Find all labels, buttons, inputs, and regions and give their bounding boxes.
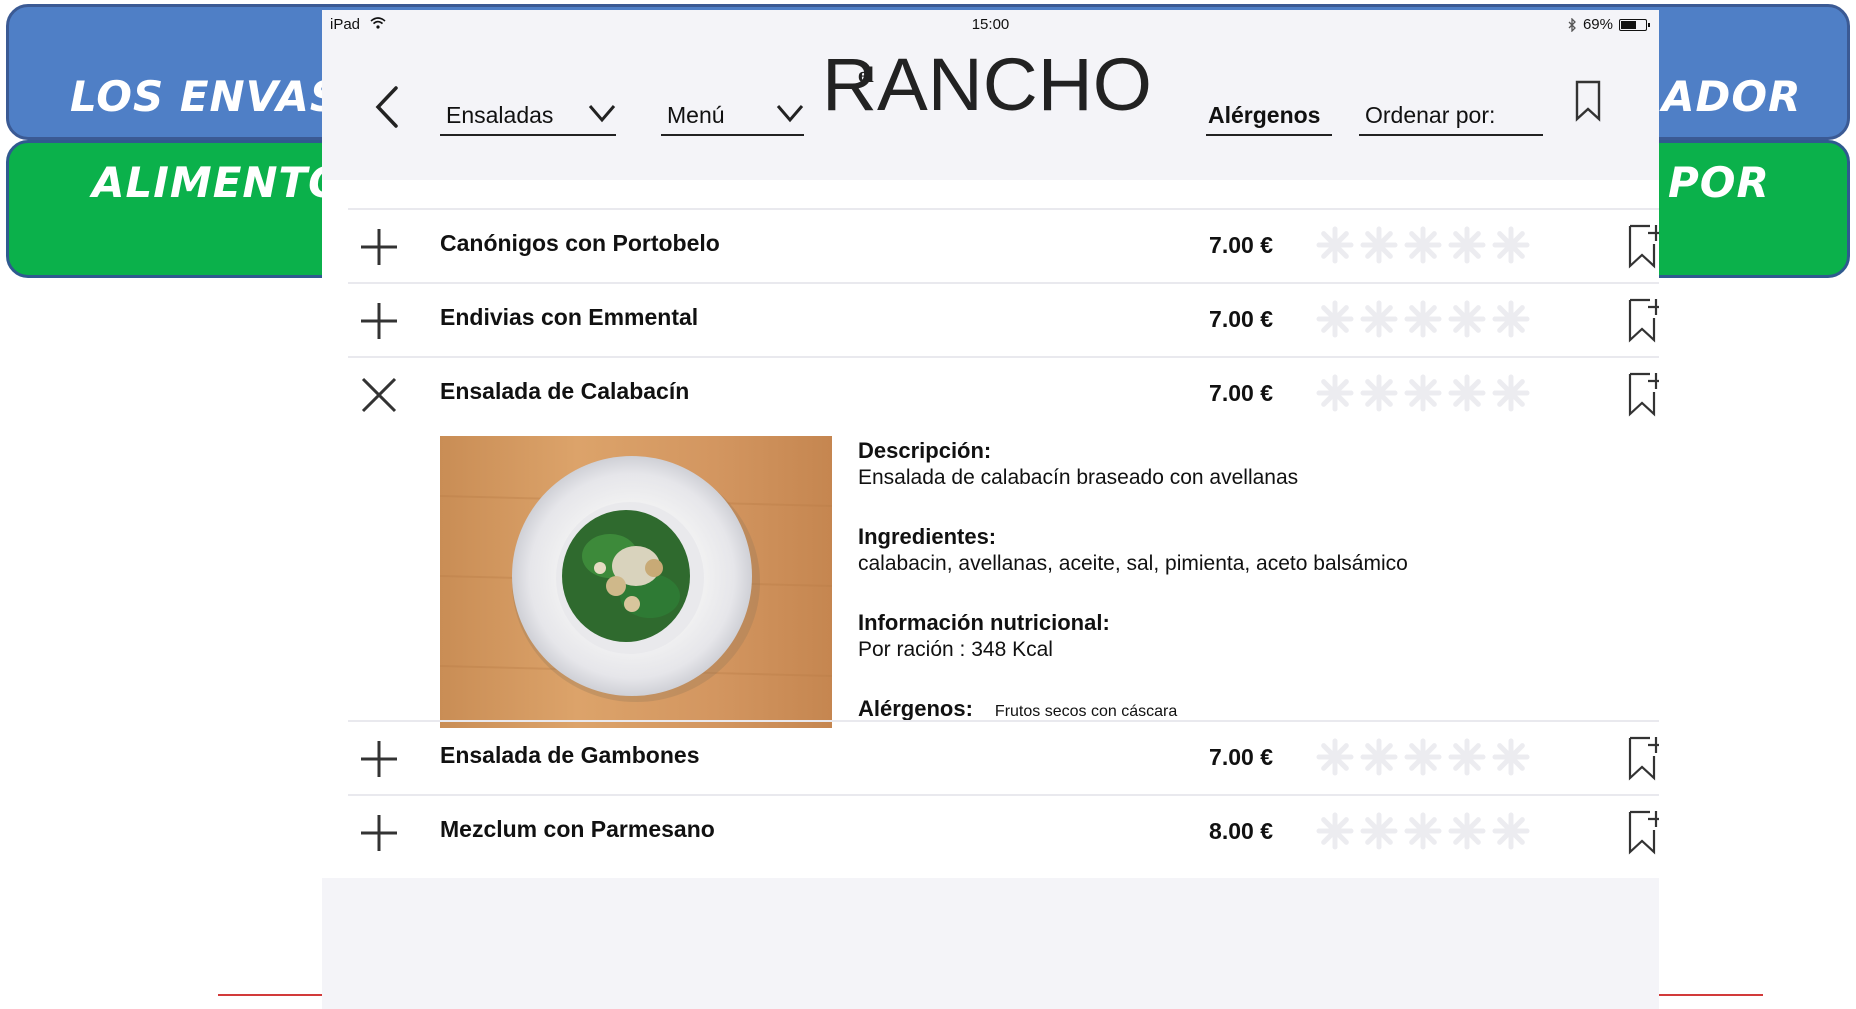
asterisk-star-icon[interactable] bbox=[1360, 738, 1398, 776]
dish-row[interactable]: Endivias con Emmental 7.00 € bbox=[348, 282, 1659, 356]
slide-title-left: LOS ENVAS bbox=[70, 72, 342, 121]
dish-detail-panel: Descripción: Ensalada de calabacín brasea… bbox=[348, 430, 1659, 728]
dish-photo bbox=[440, 436, 832, 728]
asterisk-star-icon[interactable] bbox=[1404, 374, 1442, 412]
category-dropdown[interactable]: Ensaladas bbox=[440, 98, 616, 136]
dish-name: Canónigos con Portobelo bbox=[440, 230, 720, 256]
dish-name: Ensalada de Gambones bbox=[440, 742, 700, 768]
asterisk-star-icon[interactable] bbox=[1492, 226, 1530, 264]
description-label: Descripción: bbox=[858, 438, 992, 463]
allergens-link[interactable]: Alérgenos bbox=[1206, 98, 1332, 136]
plus-icon[interactable] bbox=[358, 738, 400, 780]
dish-price: 7.00 € bbox=[1209, 232, 1273, 258]
rating-stars[interactable] bbox=[1316, 226, 1530, 264]
bookmark-plus-icon[interactable] bbox=[1626, 808, 1659, 856]
battery-icon bbox=[1619, 18, 1650, 31]
slide-title-right: ADOR bbox=[1662, 72, 1802, 121]
status-time: 15:00 bbox=[971, 16, 1010, 33]
asterisk-star-icon[interactable] bbox=[1448, 738, 1486, 776]
dish-name: Ensalada de Calabacín bbox=[440, 378, 690, 404]
dish-row[interactable]: Canónigos con Portobelo 7.00 € bbox=[348, 208, 1659, 282]
bookmark-plus-icon[interactable] bbox=[1626, 222, 1659, 270]
dish-list: Canónigos con Portobelo 7.00 € Endivias … bbox=[348, 208, 1659, 868]
ingredients-text: calabacin, avellanas, aceite, sal, pimie… bbox=[858, 552, 1408, 575]
bookmark-icon[interactable] bbox=[1574, 80, 1602, 122]
asterisk-star-icon[interactable] bbox=[1316, 300, 1354, 338]
asterisk-star-icon[interactable] bbox=[1448, 300, 1486, 338]
dish-row[interactable]: Mezclum con Parmesano 8.00 € bbox=[348, 794, 1659, 868]
bottom-area bbox=[322, 878, 1659, 1009]
bookmark-plus-icon[interactable] bbox=[1626, 370, 1659, 418]
asterisk-star-icon[interactable] bbox=[1448, 226, 1486, 264]
slide-red-line-left bbox=[218, 994, 322, 996]
asterisk-star-icon[interactable] bbox=[1448, 812, 1486, 850]
asterisk-star-icon[interactable] bbox=[1360, 226, 1398, 264]
rating-stars[interactable] bbox=[1316, 738, 1530, 776]
sort-by-label: Ordenar por: bbox=[1365, 102, 1496, 128]
chevron-down-icon bbox=[588, 105, 616, 123]
asterisk-star-icon[interactable] bbox=[1492, 300, 1530, 338]
allergens-link-label: Alérgenos bbox=[1208, 102, 1321, 128]
asterisk-star-icon[interactable] bbox=[1492, 738, 1530, 776]
dish-detail-text: Descripción: Ensalada de calabacín brasea… bbox=[858, 438, 1408, 722]
rating-stars[interactable] bbox=[1316, 300, 1530, 338]
asterisk-star-icon[interactable] bbox=[1404, 300, 1442, 338]
asterisk-star-icon[interactable] bbox=[1360, 300, 1398, 338]
asterisk-star-icon[interactable] bbox=[1316, 812, 1354, 850]
asterisk-star-icon[interactable] bbox=[1316, 226, 1354, 264]
dish-row[interactable]: Ensalada de Gambones 7.00 € bbox=[348, 720, 1659, 794]
status-bar: iPad 15:00 69% bbox=[322, 10, 1659, 38]
dish-name: Endivias con Emmental bbox=[440, 304, 699, 330]
asterisk-star-icon[interactable] bbox=[1404, 226, 1442, 264]
dish-price: 7.00 € bbox=[1209, 744, 1273, 770]
logo-small-text: el bbox=[858, 62, 874, 87]
slide-subtitle-left: ALIMENTO bbox=[92, 158, 345, 207]
menu-dropdown[interactable]: Menú bbox=[661, 98, 804, 136]
ipad-screen: iPad 15:00 69% Ensaladas Menú RANCHO el … bbox=[322, 10, 1659, 1009]
asterisk-star-icon[interactable] bbox=[1404, 812, 1442, 850]
plus-icon[interactable] bbox=[358, 812, 400, 854]
restaurant-logo: RANCHO el bbox=[822, 44, 1152, 124]
asterisk-star-icon[interactable] bbox=[1404, 738, 1442, 776]
slide-red-line-right bbox=[1659, 994, 1763, 996]
plus-icon[interactable] bbox=[358, 226, 400, 268]
dish-row[interactable]: Ensalada de Calabacín 7.00 € bbox=[348, 356, 1659, 430]
sort-by-field[interactable]: Ordenar por: bbox=[1359, 98, 1543, 136]
close-x-icon[interactable] bbox=[358, 374, 400, 416]
plus-icon[interactable] bbox=[358, 300, 400, 342]
bookmark-plus-icon[interactable] bbox=[1626, 734, 1659, 782]
allergens-label: Alérgenos: bbox=[858, 696, 973, 721]
asterisk-star-icon[interactable] bbox=[1492, 812, 1530, 850]
menu-dropdown-label: Menú bbox=[667, 102, 725, 128]
asterisk-star-icon[interactable] bbox=[1316, 738, 1354, 776]
dish-price: 8.00 € bbox=[1209, 818, 1273, 844]
ingredients-label: Ingredientes: bbox=[858, 524, 997, 549]
asterisk-star-icon[interactable] bbox=[1360, 374, 1398, 412]
description-text: Ensalada de calabacín braseado con avell… bbox=[858, 466, 1299, 489]
bluetooth-icon bbox=[1568, 17, 1576, 32]
rating-stars[interactable] bbox=[1316, 374, 1530, 412]
category-dropdown-label: Ensaladas bbox=[446, 102, 554, 128]
dish-name: Mezclum con Parmesano bbox=[440, 816, 715, 842]
dish-price: 7.00 € bbox=[1209, 380, 1273, 406]
dish-price: 7.00 € bbox=[1209, 306, 1273, 332]
nutrition-text: Por ración : 348 Kcal bbox=[858, 638, 1053, 661]
back-arrow-icon[interactable] bbox=[372, 82, 402, 132]
nutrition-label: Información nutricional: bbox=[858, 610, 1110, 635]
battery-percent: 69% bbox=[1582, 16, 1613, 33]
asterisk-star-icon[interactable] bbox=[1492, 374, 1530, 412]
rating-stars[interactable] bbox=[1316, 812, 1530, 850]
chevron-down-icon bbox=[776, 105, 804, 123]
navigation-bar: iPad 15:00 69% Ensaladas Menú RANCHO el … bbox=[322, 10, 1659, 180]
slide-subtitle-right: POR bbox=[1668, 158, 1770, 207]
asterisk-star-icon[interactable] bbox=[1448, 374, 1486, 412]
status-right: 69% bbox=[1568, 16, 1650, 33]
asterisk-star-icon[interactable] bbox=[1360, 812, 1398, 850]
bookmark-plus-icon[interactable] bbox=[1626, 296, 1659, 344]
allergens-text: Frutos secos con cáscara bbox=[994, 703, 1178, 720]
asterisk-star-icon[interactable] bbox=[1316, 374, 1354, 412]
